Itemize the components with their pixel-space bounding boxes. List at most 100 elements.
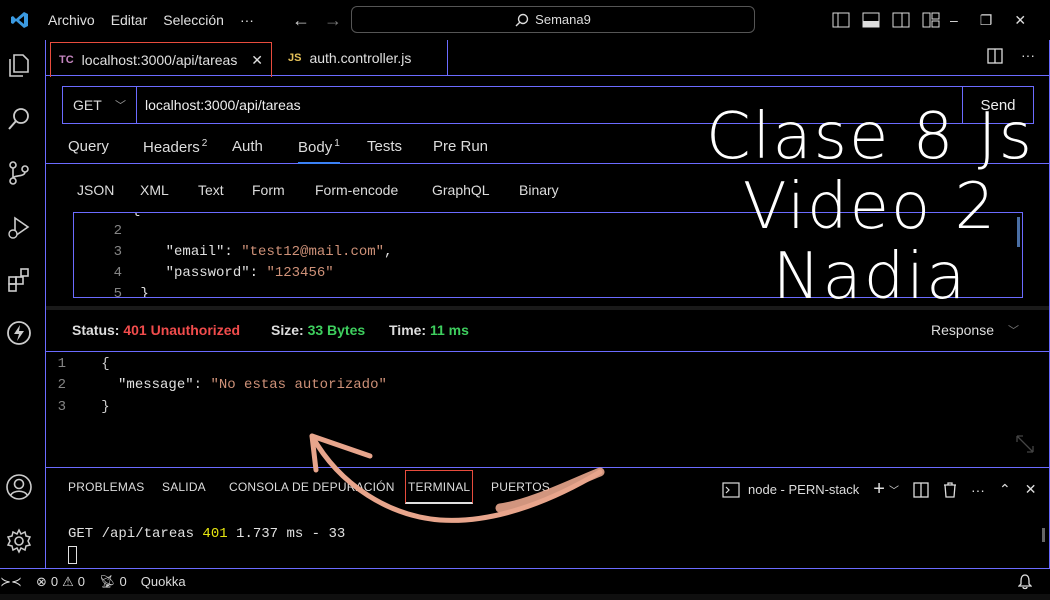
split-terminal-icon[interactable] bbox=[913, 481, 929, 498]
code-line: 2 "message": "No estas autorizado" bbox=[57, 377, 387, 393]
new-terminal-icon[interactable]: + bbox=[873, 478, 885, 501]
more-actions-icon[interactable]: ··· bbox=[1021, 48, 1035, 64]
body-type-binary[interactable]: Binary bbox=[519, 182, 559, 198]
search-icon[interactable] bbox=[4, 104, 34, 134]
toggle-primary-sidebar-icon[interactable] bbox=[832, 12, 850, 28]
notifications-bell-icon[interactable] bbox=[1017, 574, 1033, 593]
code-line: 4 "password": "123456" bbox=[113, 265, 334, 281]
tab-problemas[interactable]: PROBLEMAS bbox=[68, 480, 145, 494]
size-field: Size: 33 Bytes bbox=[271, 322, 366, 338]
status-bar: ≻≺ ⊗ 0 ⚠ 0 📡︎ 0 Quokka bbox=[0, 568, 1050, 594]
tab-thunder-request[interactable]: TC localhost:3000/api/tareas ✕ bbox=[50, 42, 272, 77]
command-center-search[interactable]: Semana9 bbox=[351, 6, 755, 33]
code-line: 2 bbox=[113, 223, 122, 239]
trash-icon[interactable] bbox=[943, 481, 957, 498]
tab-body[interactable]: Body 1 bbox=[298, 138, 340, 164]
overlay-line-2: Video 2 bbox=[742, 170, 998, 244]
source-control-icon[interactable] bbox=[4, 158, 34, 188]
customize-layout-icon[interactable] bbox=[922, 12, 940, 28]
extensions-icon[interactable] bbox=[4, 264, 34, 294]
response-view-select[interactable]: Response ﹀ bbox=[931, 322, 1019, 338]
editor-tab-bar: TC localhost:3000/api/tareas ✕ JS auth.c… bbox=[46, 40, 1049, 77]
time-field: Time: 11 ms bbox=[389, 322, 469, 338]
tab-query[interactable]: Query bbox=[68, 138, 109, 155]
layout-controls bbox=[832, 0, 940, 40]
tab-auth[interactable]: Auth bbox=[232, 138, 263, 155]
quokka-status[interactable]: Quokka bbox=[141, 574, 186, 589]
ports-indicator[interactable]: 📡︎ 0 bbox=[99, 574, 127, 590]
thunder-client-icon[interactable] bbox=[4, 318, 34, 348]
manage-gear-icon[interactable] bbox=[4, 526, 34, 556]
error-icon: ⊗ bbox=[36, 573, 47, 589]
code-line: 3 "email": "test12@mail.com", bbox=[113, 244, 393, 260]
chevron-down-icon[interactable]: ﹀ bbox=[889, 482, 899, 497]
tab-headers[interactable]: Headers 2 bbox=[143, 138, 207, 156]
remote-icon[interactable]: ≻≺ bbox=[0, 574, 22, 590]
time-value: 11 ms bbox=[429, 322, 469, 338]
nav-arrows: ← → bbox=[292, 10, 342, 31]
close-tab-icon[interactable]: ✕ bbox=[251, 52, 263, 69]
search-text: Semana9 bbox=[535, 12, 591, 27]
editor-actions: ··· bbox=[987, 48, 1035, 64]
menu-bar: Archivo Editar Selección ··· bbox=[40, 0, 262, 40]
activity-bar bbox=[0, 40, 45, 568]
status-code: 401 Unauthorized bbox=[123, 322, 241, 338]
body-type-graphql[interactable]: GraphQL bbox=[432, 182, 490, 198]
more-actions-icon[interactable]: ··· bbox=[971, 482, 985, 498]
body-type-form[interactable]: Form bbox=[252, 182, 285, 198]
chevron-up-icon[interactable]: ⌃ bbox=[999, 481, 1011, 498]
menu-editar[interactable]: Editar bbox=[103, 0, 156, 40]
screen-bottom-strip bbox=[0, 594, 1050, 600]
terminal-scrollbar[interactable] bbox=[1042, 528, 1045, 542]
terminal-cursor bbox=[68, 546, 77, 564]
expand-icon[interactable] bbox=[1015, 434, 1035, 454]
toggle-panel-icon[interactable] bbox=[862, 12, 880, 28]
response-view-label: Response bbox=[930, 322, 994, 338]
method-value: GET bbox=[73, 97, 102, 113]
window-controls: – ❐ ✕ bbox=[950, 0, 1026, 40]
warning-icon: ⚠ bbox=[62, 573, 74, 589]
video-title-overlay: Clase 8 Js Video 2 Nadia bbox=[700, 102, 1040, 312]
menu-archivo[interactable]: Archivo bbox=[40, 0, 103, 40]
menu-seleccion[interactable]: Selección bbox=[155, 0, 232, 40]
restore-icon[interactable]: ❐ bbox=[980, 12, 993, 29]
status-field: Status: 401 Unauthorized bbox=[72, 322, 241, 338]
title-bar: Archivo Editar Selección ··· ← → Semana9… bbox=[0, 0, 1050, 40]
overlay-line-3: Nadia bbox=[772, 240, 968, 314]
tab-label: auth.controller.js bbox=[309, 50, 412, 66]
size-value: 33 Bytes bbox=[307, 322, 366, 338]
close-panel-icon[interactable]: ✕ bbox=[1025, 481, 1037, 498]
body-type-form-encode[interactable]: Form-encode bbox=[315, 182, 398, 198]
http-method-select[interactable]: GET ﹀ bbox=[63, 87, 137, 123]
chevron-down-icon: ﹀ bbox=[115, 100, 126, 112]
close-window-icon[interactable]: ✕ bbox=[1014, 12, 1026, 29]
tab-pre-run[interactable]: Pre Run bbox=[433, 138, 488, 155]
menu-more[interactable]: ··· bbox=[232, 0, 262, 40]
overlay-line-1: Clase 8 Js bbox=[705, 100, 1035, 174]
tab-tests[interactable]: Tests bbox=[367, 138, 402, 155]
body-type-xml[interactable]: XML bbox=[140, 182, 169, 198]
javascript-file-icon: JS bbox=[288, 52, 302, 64]
minimize-icon[interactable]: – bbox=[950, 12, 958, 28]
explorer-icon[interactable] bbox=[4, 50, 34, 80]
hand-drawn-arrow-icon bbox=[309, 433, 605, 523]
back-arrow-icon[interactable]: ← bbox=[292, 10, 310, 31]
toggle-secondary-sidebar-icon[interactable] bbox=[892, 12, 910, 28]
code-line: 1{ bbox=[74, 213, 141, 223]
problems-indicator[interactable]: ⊗ 0 ⚠ 0 bbox=[36, 574, 85, 590]
tab-salida[interactable]: SALIDA bbox=[162, 480, 206, 494]
terminal-name[interactable]: node - PERN-stack bbox=[748, 482, 859, 497]
terminal-icon bbox=[722, 481, 740, 498]
forward-arrow-icon[interactable]: → bbox=[324, 10, 342, 31]
chevron-down-icon: ﹀ bbox=[1008, 325, 1019, 337]
search-icon bbox=[515, 13, 529, 26]
tab-auth-controller[interactable]: JS auth.controller.js bbox=[280, 40, 448, 76]
broadcast-icon: 📡︎ bbox=[99, 573, 116, 589]
body-type-json[interactable]: JSON bbox=[77, 182, 114, 198]
run-debug-icon[interactable] bbox=[4, 212, 34, 242]
account-icon[interactable] bbox=[4, 472, 34, 502]
panel-actions: node - PERN-stack + ﹀ ··· ⌃ ✕ bbox=[722, 478, 1036, 501]
body-type-text[interactable]: Text bbox=[198, 182, 224, 198]
split-editor-icon[interactable] bbox=[987, 48, 1003, 64]
response-status-row: Status: 401 Unauthorized Size: 33 Bytes … bbox=[46, 312, 1049, 352]
